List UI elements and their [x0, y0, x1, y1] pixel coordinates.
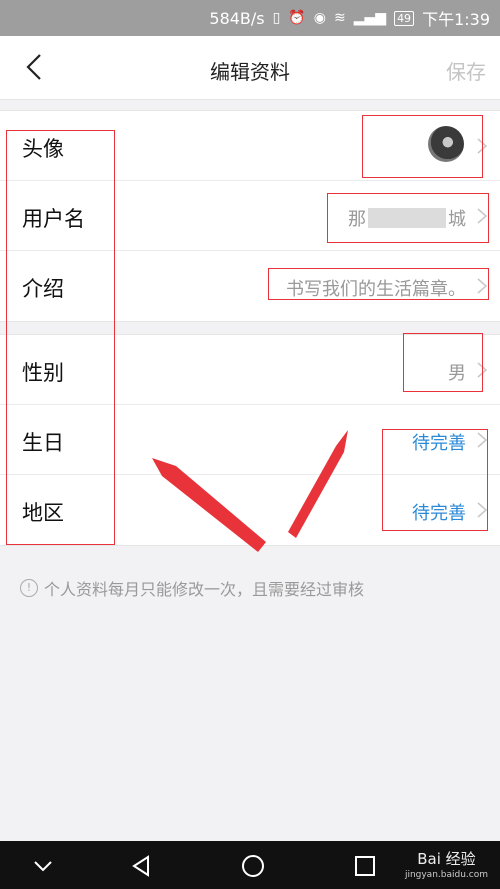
system-nav-bar: Bai 经验 jingyan.baidu.com — [0, 841, 500, 889]
chevron-down-icon[interactable] — [30, 853, 56, 879]
clock: 下午1:39 — [422, 10, 490, 29]
alarm-icon: ⏰ — [288, 10, 306, 26]
annotation-box-avatar — [362, 115, 483, 178]
info-icon: ! — [20, 579, 38, 597]
save-button[interactable]: 保存 — [446, 56, 486, 85]
watermark: Bai 经验 jingyan.baidu.com — [405, 851, 488, 883]
recents-square-icon[interactable] — [352, 853, 378, 879]
network-speed: 584B/s — [209, 8, 265, 28]
annotation-box-intro — [268, 268, 489, 300]
annotation-box-pending — [382, 429, 488, 531]
battery-icon: 49 — [394, 10, 415, 26]
status-bar: 584B/s ▯ ⏰ ◉ ≋ ▂▄▆ 49 下午1:39 — [0, 0, 500, 36]
annotation-box-gender — [403, 333, 483, 392]
vibrate-icon: ▯ — [272, 10, 281, 26]
home-circle-icon[interactable] — [240, 853, 266, 879]
note-text: 个人资料每月只能修改一次，且需要经过审核 — [44, 580, 365, 599]
edit-limit-note: ! 个人资料每月只能修改一次，且需要经过审核 — [20, 576, 364, 600]
watermark-site: jingyan.baidu.com — [404, 870, 488, 880]
back-triangle-icon[interactable] — [128, 853, 154, 879]
page-title: 编辑资料 — [210, 60, 290, 84]
eye-icon: ◉ — [313, 10, 327, 26]
watermark-brand: Bai 经验 — [417, 850, 476, 868]
nav-bar: 编辑资料 保存 — [0, 36, 500, 100]
wifi-icon: ≋ — [334, 10, 346, 26]
annotation-box-labels — [6, 130, 115, 545]
annotation-box-username — [327, 193, 489, 243]
signal-icon: ▂▄▆ — [353, 10, 387, 26]
